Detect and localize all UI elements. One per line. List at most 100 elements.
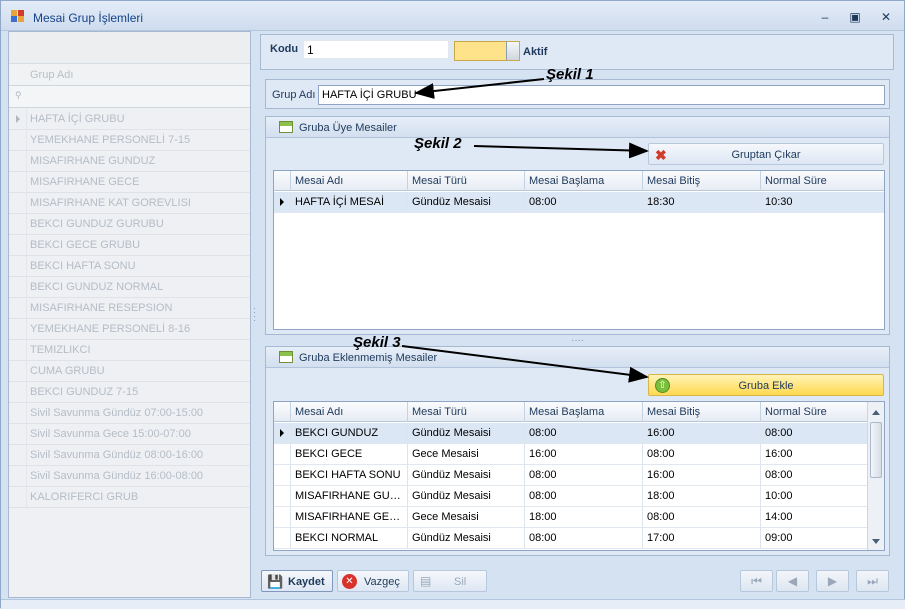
group-list-item[interactable]: MISAFIRHANE RESEPSION xyxy=(9,298,250,319)
scroll-down-icon[interactable] xyxy=(872,539,880,544)
column-header[interactable]: Mesai Başlama xyxy=(524,171,642,191)
delete-button[interactable]: ▤ Sil xyxy=(413,570,487,592)
table-cell[interactable]: 08:00 xyxy=(760,423,867,443)
table-row[interactable]: BEKCI HAFTA SONU Gündüz Mesaisi 08:00 16:00… xyxy=(274,465,867,486)
group-list-item[interactable]: BEKCI GECE GRUBU xyxy=(9,235,250,256)
group-list-item[interactable]: KALORIFERCI GRUB xyxy=(9,487,250,508)
table-cell[interactable]: Gece Mesaisi xyxy=(407,444,524,464)
column-header[interactable]: Normal Süre xyxy=(760,171,878,191)
group-list-item[interactable]: TEMIZLIKCI xyxy=(9,340,250,361)
group-list-item-label: MISAFIRHANE KAT GOREVLISI xyxy=(30,197,191,209)
vertical-scrollbar[interactable] xyxy=(867,402,884,550)
row-indicator xyxy=(9,487,27,507)
column-header[interactable]: Mesai Türü xyxy=(407,402,524,422)
save-button[interactable]: 💾 Kaydet xyxy=(261,570,333,592)
cancel-button[interactable]: ✕ Vazgeç xyxy=(337,570,409,592)
table-cell[interactable]: 16:00 xyxy=(524,444,642,464)
table-cell[interactable]: MISAFIRHANE GUNDUZ xyxy=(290,486,407,506)
table-cell[interactable]: Gündüz Mesaisi xyxy=(407,528,524,548)
maximize-icon[interactable]: ▣ xyxy=(846,9,864,25)
table-cell[interactable]: 16:00 xyxy=(760,444,867,464)
column-header[interactable]: Mesai Başlama xyxy=(524,402,642,422)
minimize-icon[interactable]: – xyxy=(816,9,834,25)
table-cell[interactable]: BEKCI GUNDUZ xyxy=(290,423,407,443)
group-list-item[interactable]: YEMEKHANE PERSONELİ 8-16 xyxy=(9,319,250,340)
next-record-icon[interactable]: ▶ xyxy=(816,570,849,592)
scroll-up-icon[interactable] xyxy=(872,410,880,415)
group-list-item[interactable]: Sivil Savunma Gündüz 07:00-15:00 xyxy=(9,403,250,424)
group-list-item[interactable]: MISAFIRHANE GUNDUZ xyxy=(9,151,250,172)
table-cell[interactable]: 08:00 xyxy=(524,423,642,443)
group-list-item[interactable]: MISAFIRHANE KAT GOREVLISI xyxy=(9,193,250,214)
column-header[interactable]: Normal Süre xyxy=(760,402,867,422)
table-row[interactable]: HAFTA İÇİ MESAİ Gündüz Mesaisi 08:00 18:30 1… xyxy=(274,192,884,213)
table-cell[interactable]: Gündüz Mesaisi xyxy=(407,486,524,506)
column-header[interactable]: Mesai Türü xyxy=(407,171,524,191)
group-list-item[interactable]: HAFTA İÇİ GRUBU xyxy=(9,109,250,130)
table-cell[interactable]: BEKCI GECE xyxy=(290,444,407,464)
filter-row[interactable]: ⚲ xyxy=(9,86,250,108)
column-header[interactable]: Mesai Bitiş xyxy=(642,171,760,191)
table-cell[interactable]: MISAFIRHANE GECE xyxy=(290,507,407,527)
group-list-item[interactable]: BEKCI GUNDUZ NORMAL xyxy=(9,277,250,298)
table-row[interactable]: MISAFIRHANE GUNDUZGündüz Mesaisi08:0018:… xyxy=(274,486,867,507)
table-cell[interactable]: BEKCI NORMAL xyxy=(290,528,407,548)
grup-adi-input[interactable]: HAFTA İÇİ GRUBU xyxy=(318,85,885,105)
table-cell[interactable]: Gündüz Mesaisi xyxy=(407,192,524,212)
column-header[interactable]: Mesai Bitiş xyxy=(642,402,760,422)
aktif-toggle[interactable] xyxy=(454,41,520,61)
group-list-item[interactable]: Sivil Savunma Gündüz 16:00-08:00 xyxy=(9,466,250,487)
table-cell[interactable]: 08:00 xyxy=(524,192,642,212)
table-row[interactable]: BEKCI GECE Gece Mesaisi 16:00 08:00 16:00 xyxy=(274,444,867,465)
table-row[interactable]: BEKCI GUNDUZ Gündüz Mesaisi 08:00 16:00 08:0… xyxy=(274,423,867,444)
group-list-item[interactable]: BEKCI HAFTA SONU xyxy=(9,256,250,277)
previous-record-icon[interactable]: ◀ xyxy=(776,570,809,592)
table-row[interactable]: MISAFIRHANE GECE Gece Mesaisi 18:00 08:00 14… xyxy=(274,507,867,528)
group-list-item[interactable]: BEKCI GUNDUZ GURUBU xyxy=(9,214,250,235)
table-cell[interactable]: 08:00 xyxy=(524,465,642,485)
table-cell[interactable]: 17:00 xyxy=(642,528,760,548)
column-header-grup-adi[interactable]: Grup Adı xyxy=(9,64,250,86)
save-label: Kaydet xyxy=(288,576,325,588)
column-header[interactable]: Mesai Adı xyxy=(290,402,407,422)
first-record-icon[interactable]: ⏮ xyxy=(740,570,773,592)
table-cell[interactable]: 08:00 xyxy=(760,465,867,485)
last-record-icon[interactable]: ⏭ xyxy=(856,570,889,592)
splitter-dots[interactable]: ···· xyxy=(571,335,584,346)
close-icon[interactable]: ✕ xyxy=(877,9,895,25)
table-cell[interactable]: BEKCI HAFTA SONU xyxy=(290,465,407,485)
table-cell[interactable]: 18:00 xyxy=(524,507,642,527)
table-cell[interactable]: 10:00 xyxy=(760,486,867,506)
toggle-knob[interactable] xyxy=(506,42,519,60)
members-grid[interactable]: Mesai Adı Mesai Türü Mesai Başlama Mesai Bi… xyxy=(273,170,885,330)
table-cell[interactable]: Gündüz Mesaisi xyxy=(407,423,524,443)
table-cell[interactable]: 16:00 xyxy=(642,465,760,485)
table-cell[interactable]: 10:30 xyxy=(760,192,878,212)
scroll-thumb[interactable] xyxy=(870,422,882,478)
group-list-item[interactable]: Sivil Savunma Gece 15:00-07:00 xyxy=(9,424,250,445)
table-cell[interactable]: 16:00 xyxy=(642,423,760,443)
table-cell[interactable]: 08:00 xyxy=(642,444,760,464)
table-cell[interactable]: 18:00 xyxy=(642,486,760,506)
table-cell[interactable]: Gece Mesaisi xyxy=(407,507,524,527)
available-grid[interactable]: Mesai Adı Mesai Türü Mesai Başlama Mesai Bi… xyxy=(273,401,885,551)
table-cell[interactable]: 09:00 xyxy=(760,528,867,548)
table-cell[interactable]: 14:00 xyxy=(760,507,867,527)
table-cell[interactable]: 08:00 xyxy=(642,507,760,527)
group-list-item[interactable]: YEMEKHANE PERSONELİ 7-15 xyxy=(9,130,250,151)
group-list-item[interactable]: MISAFIRHANE GECE xyxy=(9,172,250,193)
table-row[interactable]: BEKCI NORMAL Gündüz Mesaisi 08:00 17:00 09:0… xyxy=(274,528,867,549)
table-cell[interactable]: 08:00 xyxy=(524,528,642,548)
group-list-item[interactable]: Sivil Savunma Gündüz 08:00-16:00 xyxy=(9,445,250,466)
group-list-item[interactable]: CUMA GRUBU xyxy=(9,361,250,382)
table-cell[interactable]: Gündüz Mesaisi xyxy=(407,465,524,485)
column-header[interactable]: Mesai Adı xyxy=(290,171,407,191)
table-cell[interactable]: 08:00 xyxy=(524,486,642,506)
add-to-group-button[interactable]: ⇧ Gruba Ekle xyxy=(648,374,884,396)
kodu-input[interactable]: 1 xyxy=(303,40,449,59)
remove-from-group-button[interactable]: ✖ Gruptan Çıkar xyxy=(648,143,884,165)
table-cell[interactable]: 18:30 xyxy=(642,192,760,212)
splitter-handle[interactable]: · · · · xyxy=(253,304,256,325)
table-cell[interactable]: HAFTA İÇİ MESAİ xyxy=(290,192,407,212)
group-list-item[interactable]: BEKCI GUNDUZ 7-15 xyxy=(9,382,250,403)
